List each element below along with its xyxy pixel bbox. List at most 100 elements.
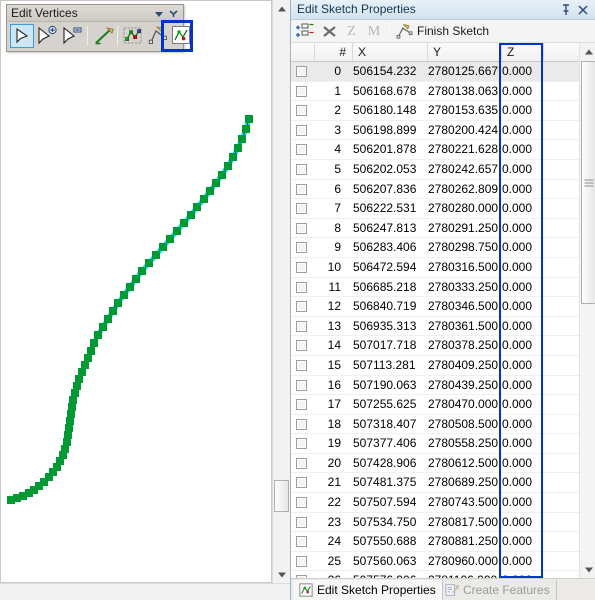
row-select-cell[interactable]	[291, 454, 315, 474]
table-row[interactable]: 0 506154.232 2780125.667 0.000	[291, 62, 579, 82]
cell-y[interactable]: 2780409.250	[428, 356, 500, 376]
row-checkbox[interactable]	[296, 261, 307, 273]
cell-y[interactable]: 2780743.500	[428, 493, 500, 513]
row-select-cell[interactable]	[291, 336, 315, 356]
row-checkbox[interactable]	[296, 359, 307, 371]
cell-index[interactable]: 15	[315, 356, 347, 376]
row-select-cell[interactable]	[291, 180, 315, 200]
cell-z[interactable]: 0.000	[502, 356, 544, 376]
cell-z[interactable]: 0.000	[502, 552, 544, 572]
table-row[interactable]: 15 507113.281 2780409.250 0.000	[291, 356, 579, 376]
cell-z[interactable]: 0.000	[502, 82, 544, 102]
cell-y[interactable]: 2780508.500	[428, 415, 500, 435]
row-checkbox[interactable]	[296, 320, 307, 332]
table-row[interactable]: 12 506840.719 2780346.500 0.000	[291, 297, 579, 317]
cell-index[interactable]: 3	[315, 121, 347, 141]
map-vertex-handle[interactable]	[152, 251, 160, 259]
row-select-cell[interactable]	[291, 278, 315, 298]
cell-x[interactable]: 507255.625	[353, 395, 428, 415]
row-select-cell[interactable]	[291, 434, 315, 454]
cell-y[interactable]: 2780242.657	[428, 160, 500, 180]
table-scroll-up-button[interactable]	[580, 43, 595, 60]
table-row[interactable]: 2 506180.148 2780153.635 0.000	[291, 101, 579, 121]
column-header-z[interactable]: Z	[502, 43, 544, 61]
map-vertical-scrollbar[interactable]	[272, 0, 290, 583]
row-checkbox[interactable]	[296, 124, 307, 136]
cell-index[interactable]: 10	[315, 258, 347, 278]
map-vertex-handle[interactable]	[238, 135, 246, 143]
cell-z[interactable]: 0.000	[502, 513, 544, 533]
row-select-cell[interactable]	[291, 532, 315, 552]
cell-y[interactable]: 2780960.000	[428, 552, 500, 572]
table-row[interactable]: 7 506222.531 2780280.000 0.000	[291, 199, 579, 219]
cell-x[interactable]: 506935.313	[353, 317, 428, 337]
cell-x[interactable]: 506207.836	[353, 180, 428, 200]
table-row[interactable]: 16 507190.063 2780439.250 0.000	[291, 376, 579, 396]
map-vertex-handle[interactable]	[138, 267, 146, 275]
map-vertex-handle[interactable]	[65, 424, 73, 432]
cell-index[interactable]: 4	[315, 140, 347, 160]
cell-x[interactable]: 506168.678	[353, 82, 428, 102]
map-vertex-handle[interactable]	[90, 339, 98, 347]
map-vertex-handle[interactable]	[218, 171, 226, 179]
cell-index[interactable]: 11	[315, 278, 347, 298]
cell-x[interactable]: 507550.688	[353, 532, 428, 552]
table-row[interactable]: 6 506207.836 2780262.809 0.000	[291, 180, 579, 200]
map-vertex-handle[interactable]	[242, 125, 250, 133]
cell-x[interactable]: 506685.218	[353, 278, 428, 298]
row-checkbox[interactable]	[296, 85, 307, 97]
cell-z[interactable]: 0.000	[502, 121, 544, 141]
insert-vertex-icon[interactable]	[295, 22, 316, 41]
cell-z[interactable]: 0.000	[502, 199, 544, 219]
row-checkbox[interactable]	[296, 281, 307, 293]
map-vertex-handle[interactable]	[64, 431, 72, 439]
cell-x[interactable]: 506154.232	[353, 62, 428, 82]
cell-z[interactable]: 0.000	[502, 278, 544, 298]
cell-x[interactable]: 506180.148	[353, 101, 428, 121]
cell-x[interactable]: 507428.906	[353, 454, 428, 474]
map-vertex-handle[interactable]	[132, 275, 140, 283]
map-scroll-down-button[interactable]	[273, 566, 290, 583]
map-vertex-handle[interactable]	[187, 211, 195, 219]
row-select-cell[interactable]	[291, 376, 315, 396]
map-vertex-handle[interactable]	[68, 403, 76, 411]
cell-y[interactable]: 2780333.250	[428, 278, 500, 298]
cell-y[interactable]: 2780298.750	[428, 238, 500, 258]
cell-y[interactable]: 2780138.063	[428, 82, 500, 102]
map-vertex-handle[interactable]	[63, 438, 71, 446]
table-row[interactable]: 17 507255.625 2780470.000 0.000	[291, 395, 579, 415]
map-vertex-handle[interactable]	[104, 315, 112, 323]
map-vertex-handle[interactable]	[229, 153, 237, 161]
row-select-cell[interactable]	[291, 317, 315, 337]
cell-index[interactable]: 17	[315, 395, 347, 415]
row-checkbox[interactable]	[296, 66, 307, 77]
row-select-cell[interactable]	[291, 258, 315, 278]
map-vertex-handle[interactable]	[66, 417, 74, 425]
row-checkbox[interactable]	[296, 163, 307, 175]
table-rows-viewport[interactable]: 0 506154.232 2780125.667 0.000 1 506168.678 27…	[291, 62, 579, 578]
table-row[interactable]: 9 506283.406 2780298.750 0.000	[291, 238, 579, 258]
column-header-extra[interactable]	[544, 43, 579, 61]
table-row[interactable]: 24 507550.688 2780881.250 0.000	[291, 532, 579, 552]
cell-x[interactable]: 507560.063	[353, 552, 428, 572]
cell-y[interactable]: 2780291.250	[428, 219, 500, 239]
z-values-button[interactable]: Z	[343, 22, 360, 41]
table-row[interactable]: 18 507318.407 2780508.500 0.000	[291, 415, 579, 435]
table-scroll-down-button[interactable]	[580, 561, 595, 578]
row-select-cell[interactable]	[291, 395, 315, 415]
cell-index[interactable]: 2	[315, 101, 347, 121]
row-checkbox[interactable]	[296, 457, 307, 469]
finish-sketch-tool[interactable]	[146, 24, 170, 48]
row-checkbox[interactable]	[296, 340, 307, 352]
table-row[interactable]: 11 506685.218 2780333.250 0.000	[291, 278, 579, 298]
row-checkbox[interactable]	[296, 183, 307, 195]
row-checkbox[interactable]	[296, 399, 307, 411]
cell-index[interactable]: 1	[315, 82, 347, 102]
table-row[interactable]: 8 506247.813 2780291.250 0.000	[291, 219, 579, 239]
cell-y[interactable]: 2780200.424	[428, 121, 500, 141]
map-vertex-handle[interactable]	[67, 410, 75, 418]
pin-icon[interactable]	[559, 3, 573, 17]
map-vertex-handle[interactable]	[193, 203, 201, 211]
map-scroll-thumb[interactable]	[274, 480, 289, 512]
cell-z[interactable]: 0.000	[502, 238, 544, 258]
